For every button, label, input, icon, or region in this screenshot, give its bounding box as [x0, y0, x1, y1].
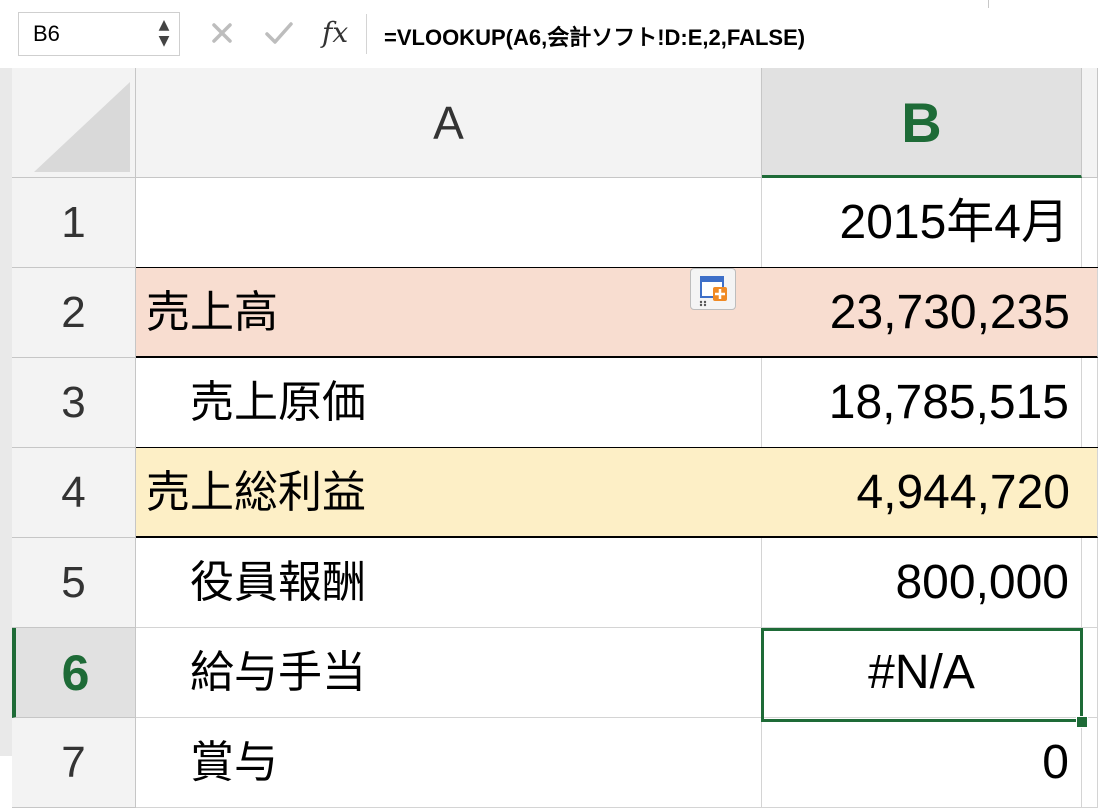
column-header-c[interactable] — [1082, 68, 1098, 178]
column-header-b[interactable]: B — [762, 68, 1082, 178]
cell-c1[interactable] — [1082, 178, 1098, 268]
row-header-1[interactable]: 1 — [12, 178, 136, 268]
cell-a5[interactable]: 役員報酬 — [136, 538, 762, 628]
fill-handle[interactable] — [1076, 716, 1088, 728]
row-header-4[interactable]: 4 — [12, 448, 136, 538]
spreadsheet-grid: A B 1 2015年4月 2 売上高 23,730,235 3 売上原価 18… — [0, 68, 1098, 808]
divider — [988, 0, 989, 8]
check-icon[interactable] — [262, 17, 296, 49]
select-all-corner[interactable] — [12, 68, 136, 178]
cell-b6[interactable]: #N/A — [762, 628, 1082, 718]
row-header-3[interactable]: 3 — [12, 358, 136, 448]
paste-options-icon — [699, 276, 727, 307]
name-box-stepper-icon[interactable]: ▲ ▼ — [155, 17, 173, 51]
row-header-2[interactable]: 2 — [12, 268, 136, 358]
cell-a3[interactable]: 売上原価 — [136, 358, 762, 448]
row-header-7[interactable]: 7 — [12, 718, 136, 808]
cell-b5[interactable]: 800,000 — [762, 538, 1082, 628]
cell-b1[interactable]: 2015年4月 — [762, 178, 1082, 268]
cell-c6[interactable] — [1082, 628, 1098, 718]
close-icon[interactable] — [206, 17, 238, 49]
cell-a6[interactable]: 給与手当 — [136, 628, 762, 718]
cell-b3[interactable]: 18,785,515 — [762, 358, 1082, 448]
cell-c4[interactable] — [1082, 448, 1098, 538]
cell-a1[interactable] — [136, 178, 762, 268]
fx-icon[interactable]: fx — [322, 16, 348, 49]
cell-a4[interactable]: 売上総利益 — [136, 448, 762, 538]
row-header-5[interactable]: 5 — [12, 538, 136, 628]
formula-bar: B6 ▲ ▼ fx =VLOOKUP(A6,会計ソフト!D:E,2,FALSE) — [0, 0, 1098, 69]
cell-c5[interactable] — [1082, 538, 1098, 628]
formula-divider — [366, 14, 367, 54]
select-all-triangle-icon — [34, 82, 130, 172]
formula-input[interactable]: =VLOOKUP(A6,会計ソフト!D:E,2,FALSE) — [384, 20, 805, 52]
cell-b4[interactable]: 4,944,720 — [762, 448, 1082, 538]
cell-b2[interactable]: 23,730,235 — [762, 268, 1082, 358]
cell-c7[interactable] — [1082, 718, 1098, 808]
cell-c3[interactable] — [1082, 358, 1098, 448]
paste-options-button[interactable] — [690, 268, 736, 310]
row-header-6[interactable]: 6 — [12, 628, 136, 718]
cell-b7[interactable]: 0 — [762, 718, 1082, 808]
name-box[interactable]: B6 ▲ ▼ — [18, 12, 180, 56]
cell-a2[interactable]: 売上高 — [136, 268, 762, 358]
column-header-a[interactable]: A — [136, 68, 762, 178]
cell-c2[interactable] — [1082, 268, 1098, 358]
cell-a7[interactable]: 賞与 — [136, 718, 762, 808]
name-box-value: B6 — [33, 21, 60, 46]
